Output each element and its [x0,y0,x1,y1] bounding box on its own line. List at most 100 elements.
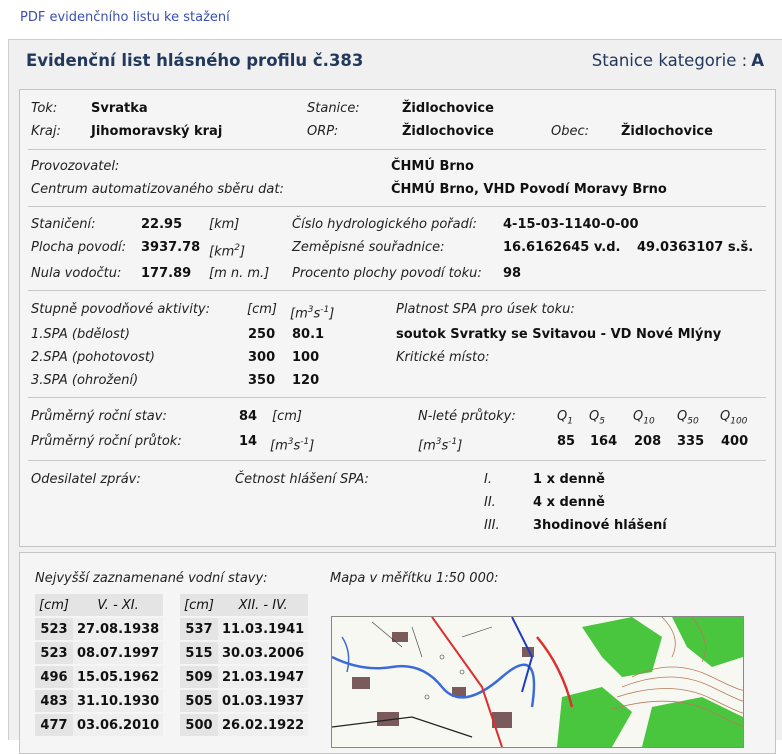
nula-value: 177.89 [141,266,192,281]
orp-label: ORP: [307,124,339,139]
table-row: 537 11.03.1941 [180,616,309,641]
pdf-download-link[interactable]: PDF evidenčního listu ke stažení [20,10,230,25]
spa-row-cm: 250 [248,327,276,342]
procento-label: Procento plochy povodí toku: [292,266,482,281]
centrum-value: ČHMÚ Brno, VHD Povodí Moravy Brno [391,182,667,197]
table-header: [cm] XII. - IV. [180,594,309,617]
nlete-unit: [m3s-1] [418,437,463,454]
divider [28,290,766,291]
souradnice-lat: 49.0363107 s.š. [637,240,754,255]
q50-label: Q50 [677,409,699,427]
spa-unit-flow: [m3s-1] [290,305,335,322]
nlete-label: N-leté průtoky: [418,409,516,424]
stav-value: 84 [239,409,258,424]
staniceni-unit: [km] [209,217,240,232]
stanice-label: Stanice: [307,101,360,116]
souradnice-label: Zeměpisné souřadnice: [292,240,445,255]
staniceni-value: 22.95 [141,217,183,232]
map-image [331,616,744,748]
report-value: 4 x denně [533,495,605,510]
spa-row-label: 3.SPA (ohrožení) [31,373,139,388]
centrum-label: Centrum automatizovaného sběru dat: [31,182,284,197]
spa-row-label: 1.SPA (bdělost) [31,327,130,342]
records-table-summer: [cm] V. - XI. 523 27.08.1938 523 08.07.199… [35,594,164,736]
spa-row-q: 100 [292,350,320,365]
provozovatel-label: Provozovatel: [31,159,120,174]
category-value: A [751,51,764,70]
divider [28,397,766,398]
report-level: I. [484,472,492,487]
divider [28,460,766,461]
nula-label: Nula vodočtu: [31,266,122,281]
spa-row-cm: 350 [248,373,276,388]
tok-label: Tok: [31,101,58,116]
q5-label: Q5 [589,409,605,427]
staniceni-label: Staničení: [31,217,96,232]
col-cm: [cm] [35,594,73,617]
table-row: 483 31.10.1930 [35,688,164,713]
prutok-unit: [m3s-1] [270,437,315,454]
kraj-value: Jihomoravský kraj [91,124,223,139]
q1-label: Q1 [557,409,573,427]
table-row: 505 01.03.1937 [180,688,309,713]
records-table-winter: [cm] XII. - IV. 537 11.03.1941 515 30.03.2… [180,594,309,736]
spa-row-q: 120 [292,373,320,388]
prutok-label: Průměrný roční průtok: [31,434,182,449]
kriticke-label: Kritické místo: [396,350,490,365]
spa-row-cm: 300 [248,350,276,365]
q1-value: 85 [557,434,576,449]
table-row: 509 21.03.1947 [180,664,309,689]
report-level: III. [484,518,500,533]
platnost-label: Platnost SPA pro úsek toku: [396,302,575,317]
category-label: Stanice kategorie : [591,51,748,70]
report-value: 3hodinové hlášení [533,518,667,533]
q10-label: Q10 [633,409,655,427]
plocha-value: 3937.78 [141,240,201,255]
kraj-label: Kraj: [31,124,61,139]
cislo-value: 4-15-03-1140-0-00 [503,217,639,232]
station-category: Stanice kategorie :A [592,51,764,70]
stav-unit: [cm] [272,409,302,424]
col-period: V. - XI. [72,594,164,617]
table-row: 477 03.06.2010 [35,712,164,736]
spa-row-label: 2.SPA (pohotovost) [31,350,155,365]
col-period: XII. - IV. [217,594,309,617]
map-heading: Mapa v měřítku 1:50 000: [330,571,499,586]
divider [28,149,766,150]
stav-label: Průměrný roční stav: [31,409,167,424]
procento-value: 98 [503,266,522,281]
nula-unit: [m n. m.] [209,266,270,281]
odesilatel-label: Odesilatel zpráv: [31,472,141,487]
col-cm: [cm] [180,594,218,617]
table-row: 496 15.05.1962 [35,664,164,689]
report-value: 1 x denně [533,472,605,487]
divider [28,206,766,207]
table-row: 523 08.07.1997 [35,640,164,665]
orp-value: Židlochovice [402,124,494,139]
q100-label: Q100 [720,409,748,427]
page-title: Evidenční list hlásného profilu č.383 [26,51,364,70]
table-header: [cm] V. - XI. [35,594,164,617]
table-row: 523 27.08.1938 [35,616,164,641]
spa-heading: Stupně povodňové aktivity: [31,302,211,317]
spa-row-q: 80.1 [292,327,325,342]
obec-value: Židlochovice [621,124,713,139]
map-graphic [332,617,743,747]
q5-value: 164 [590,434,618,449]
plocha-label: Plocha povodí: [31,240,126,255]
q100-value: 400 [721,434,749,449]
records-heading: Nejvyšší zaznamenané vodní stavy: [35,571,268,586]
prutok-value: 14 [239,434,258,449]
obec-label: Obec: [551,124,590,139]
plocha-unit: [km2] [209,243,246,260]
tok-value: Svratka [91,101,148,116]
cetnost-label: Četnost hlášení SPA: [235,472,369,487]
q50-value: 335 [677,434,705,449]
provozovatel-value: ČHMÚ Brno [391,159,474,174]
table-row: 515 30.03.2006 [180,640,309,665]
cislo-label: Číslo hydrologického pořadí: [292,217,477,232]
spa-unit-cm: [cm] [247,302,277,317]
platnost-value: soutok Svratky se Svitavou - VD Nové Mlý… [396,327,722,342]
report-level: II. [484,495,496,510]
q10-value: 208 [634,434,662,449]
